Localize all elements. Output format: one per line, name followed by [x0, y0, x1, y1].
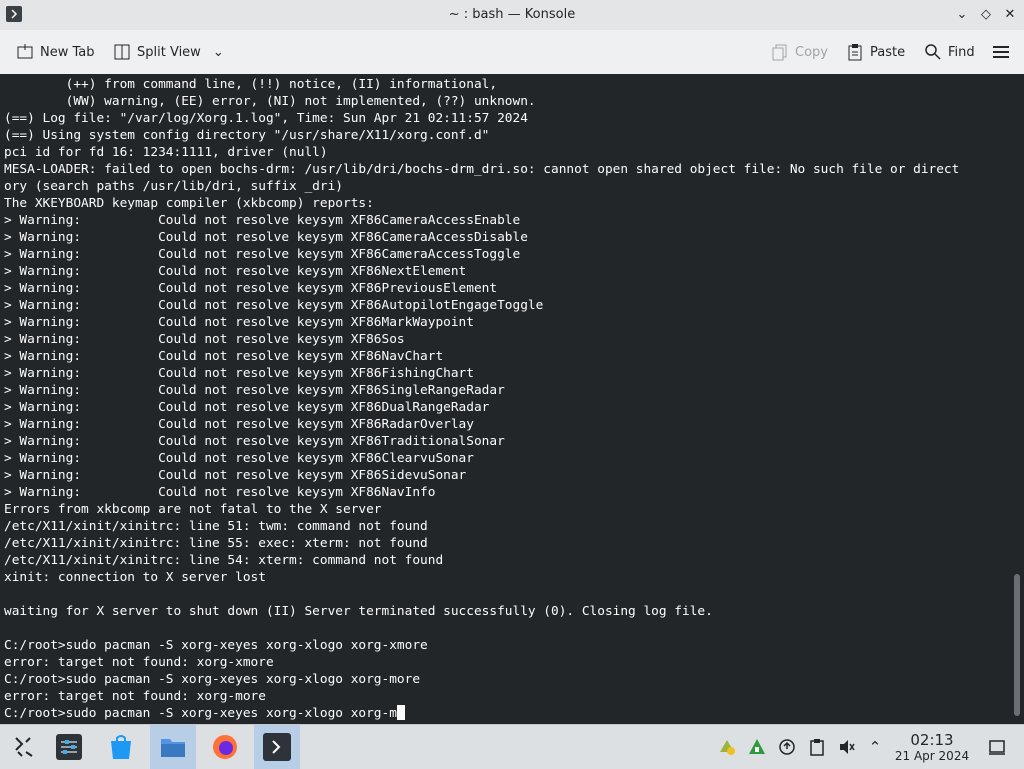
terminal-line: > Warning: Could not resolve keysym XF86…	[4, 451, 474, 466]
terminal-line: > Warning: Could not resolve keysym XF86…	[4, 298, 544, 313]
dolphin-icon	[161, 739, 185, 757]
taskbar-konsole[interactable]	[254, 725, 300, 769]
terminal-line: /etc/X11/xinit/xinitrc: line 54: xterm: …	[4, 553, 444, 568]
toolbar: New Tab Split View ⌄ Copy Paste Find	[0, 30, 1024, 75]
application-launcher-button[interactable]	[0, 725, 46, 769]
terminal-line: > Warning: Could not resolve keysym XF86…	[4, 366, 474, 381]
firefox-icon	[213, 735, 237, 759]
minimize-button[interactable]: ⌄	[952, 5, 972, 25]
search-icon	[925, 44, 941, 60]
system-settings-icon	[56, 734, 82, 760]
split-view-button[interactable]: Split View ⌄	[113, 40, 224, 64]
terminal-line: > Warning: Could not resolve keysym XF86…	[4, 247, 521, 262]
hamburger-menu-icon	[993, 46, 1009, 58]
terminal-line: waiting for X server to shut down (II) S…	[4, 604, 713, 619]
gaming-tray-button[interactable]	[748, 738, 766, 756]
show-desktop-icon	[989, 740, 1005, 755]
konsole-icon	[263, 733, 291, 761]
paste-button[interactable]: Paste	[846, 40, 905, 64]
new-tab-icon	[17, 44, 33, 59]
terminal-line: > Warning: Could not resolve keysym XF86…	[4, 230, 528, 245]
terminal-line: error: target not found: xorg-xmore	[4, 655, 274, 670]
tray-expand-icon: ⌃	[868, 738, 882, 756]
diamond-icon: ◇	[981, 7, 991, 22]
taskbar-dolphin[interactable]	[150, 725, 196, 769]
terminal-line: > Warning: Could not resolve keysym XF86…	[4, 349, 444, 364]
taskbar-firefox[interactable]	[202, 725, 248, 769]
copy-icon	[772, 44, 787, 61]
title-bar: ~ : bash — Konsole ⌄ ◇ ✕	[0, 0, 1024, 30]
application-launcher-icon	[15, 737, 33, 757]
terminal-scrollbar[interactable]	[1014, 574, 1020, 716]
new-tab-button[interactable]: New Tab	[16, 40, 95, 64]
terminal-line: > Warning: Could not resolve keysym XF86…	[4, 468, 467, 483]
terminal-line: > Warning: Could not resolve keysym XF86…	[4, 213, 521, 228]
volume-muted-icon	[840, 740, 855, 754]
terminal-line: C:/root>sudo pacman -S xorg-xeyes xorg-x…	[4, 638, 428, 653]
taskbar-discover[interactable]	[98, 725, 144, 769]
volume-tray-button[interactable]	[838, 738, 856, 756]
network-tray-button[interactable]	[778, 738, 796, 756]
clipboard-icon	[810, 739, 824, 756]
find-label: Find	[948, 44, 975, 60]
terminal-cursor	[396, 705, 405, 720]
terminal-line: xinit: connection to X server lost	[4, 570, 266, 585]
terminal-line: C:/root>sudo pacman -S xorg-xeyes xorg-x…	[4, 672, 421, 687]
terminal-line: > Warning: Could not resolve keysym XF86…	[4, 434, 505, 449]
clipboard-tray-button[interactable]	[808, 738, 826, 756]
terminal-line: > Warning: Could not resolve keysym XF86…	[4, 417, 474, 432]
terminal-line: ory (search paths /usr/lib/dri, suffix _…	[4, 179, 343, 194]
terminal-line: The XKEYBOARD keymap compiler (xkbcomp) …	[4, 196, 374, 211]
split-view-label: Split View	[137, 44, 201, 60]
hamburger-menu-button[interactable]	[992, 40, 1010, 64]
terminal-line: (++) from command line, (!!) notice, (II…	[4, 77, 498, 92]
paste-icon	[848, 44, 862, 61]
chevron-down-icon: ⌄	[956, 7, 968, 22]
discover-icon	[111, 735, 131, 759]
terminal-view[interactable]: (++) from command line, (!!) notice, (II…	[0, 74, 1024, 724]
window-title: ~ : bash — Konsole	[448, 7, 576, 22]
paste-label: Paste	[870, 44, 906, 60]
terminal-line: Errors from xkbcomp are not fatal to the…	[4, 502, 382, 517]
terminal-line: > Warning: Could not resolve keysym XF86…	[4, 315, 474, 330]
terminal-line: > Warning: Could not resolve keysym XF86…	[4, 281, 498, 296]
terminal-line: (==) Using system config directory "/usr…	[4, 128, 490, 143]
terminal-line: > Warning: Could not resolve keysym XF86…	[4, 383, 505, 398]
split-view-icon	[114, 44, 130, 60]
tray-expand-button[interactable]: ⌃	[866, 738, 884, 756]
close-icon: ✕	[1004, 7, 1016, 22]
maximize-button[interactable]: ◇	[976, 5, 996, 25]
clock-time[interactable]: 02:13	[890, 731, 974, 749]
chevron-down-icon: ⌄	[212, 44, 224, 60]
terminal-line: error: target not found: xorg-more	[4, 689, 266, 704]
show-desktop-button[interactable]	[988, 738, 1006, 756]
taskbar: ⌃ 02:13 21 Apr 2024	[0, 724, 1024, 769]
clock-date[interactable]: 21 Apr 2024	[890, 749, 974, 763]
copy-label: Copy	[795, 44, 828, 60]
prompt-text: C:/root>sudo pacman -S xorg-xeyes xorg-x…	[4, 706, 397, 721]
updates-tray-button[interactable]	[718, 738, 736, 756]
terminal-line: pci id for fd 16: 1234:1111, driver (nul…	[4, 145, 328, 160]
terminal-line: (WW) warning, (EE) error, (NI) not imple…	[4, 94, 536, 109]
terminal-line: > Warning: Could not resolve keysym XF86…	[4, 485, 436, 500]
taskbar-system-settings[interactable]	[46, 725, 92, 769]
terminal-line: /etc/X11/xinit/xinitrc: line 55: exec: x…	[4, 536, 428, 551]
terminal-output: (++) from command line, (!!) notice, (II…	[4, 76, 959, 722]
terminal-line: > Warning: Could not resolve keysym XF86…	[4, 332, 405, 347]
new-tab-label: New Tab	[40, 44, 95, 60]
terminal-line: > Warning: Could not resolve keysym XF86…	[4, 400, 490, 415]
terminal-line: /etc/X11/xinit/xinitrc: line 51: twm: co…	[4, 519, 428, 534]
terminal-line: (==) Log file: "/var/log/Xorg.1.log", Ti…	[4, 111, 528, 126]
close-button[interactable]: ✕	[1000, 5, 1020, 25]
terminal-line: MESA-LOADER: failed to open bochs-drm: /…	[4, 162, 960, 177]
network-icon	[779, 739, 795, 755]
copy-button[interactable]: Copy	[771, 40, 828, 64]
updates-icon	[720, 740, 735, 755]
gaming-icon	[749, 739, 765, 754]
terminal-line: > Warning: Could not resolve keysym XF86…	[4, 264, 467, 279]
find-button[interactable]: Find	[924, 40, 975, 64]
terminal-prompt-line: C:/root>sudo pacman -S xorg-xeyes xorg-x…	[4, 705, 959, 722]
